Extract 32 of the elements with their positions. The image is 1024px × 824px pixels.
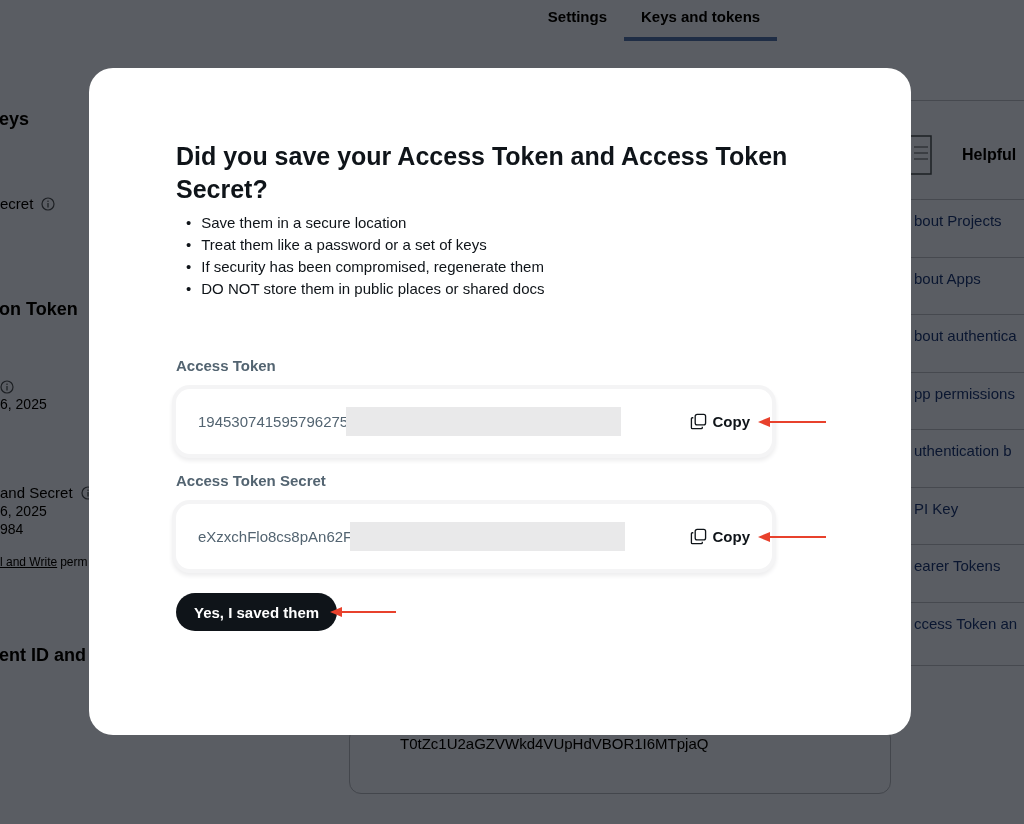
permission-link[interactable]: l and Write — [0, 555, 58, 569]
field-label: ecret — [0, 195, 34, 212]
tab[interactable]: Keys and tokens — [624, 0, 778, 41]
field-label: Access Token Secret — [176, 472, 327, 489]
dialog-title: Did you save your Access Token and Access Token Secret? — [176, 141, 789, 205]
copy-icon — [689, 528, 707, 545]
bullet-marker: • — [186, 213, 192, 233]
confirm-button[interactable]: Yes, I saved them — [176, 593, 338, 631]
copy-button[interactable]: Copy — [689, 413, 750, 430]
field-label: and Secret — [0, 484, 73, 501]
bullet-item: DO NOT store them in public places or shared docs — [201, 279, 545, 299]
field-label: Access Token — [176, 357, 277, 374]
info-icon — [0, 380, 14, 394]
section-heading: eys — [0, 109, 31, 130]
meta-text: 6, 2025 — [0, 503, 48, 519]
bullet-item: Treat them like a password or a set of keys — [201, 235, 487, 255]
meta-text: 984 — [0, 521, 25, 537]
document-icon — [908, 135, 932, 175]
bullet-item: Save them in a secure location — [201, 213, 407, 233]
copy-icon — [689, 413, 707, 430]
meta-text: 6, 2025 — [0, 396, 48, 412]
copy-button[interactable]: Copy — [689, 528, 750, 545]
token-text: T0tZc1U2aGZVWkd4VUpHdVBOR1I6MTpjaQ — [400, 735, 709, 752]
bullet-item: If security has been compromised, regenerate them — [201, 257, 544, 277]
tab[interactable]: Settings — [530, 0, 624, 41]
bullet-marker: • — [186, 279, 192, 299]
section-heading: ent ID and — [0, 645, 87, 666]
bullet-marker: • — [186, 257, 192, 277]
panel-title: Helpful — [962, 146, 1017, 164]
bullet-marker: • — [186, 235, 192, 255]
section-heading: on Token — [0, 299, 79, 320]
permission-text: perm — [60, 555, 88, 569]
